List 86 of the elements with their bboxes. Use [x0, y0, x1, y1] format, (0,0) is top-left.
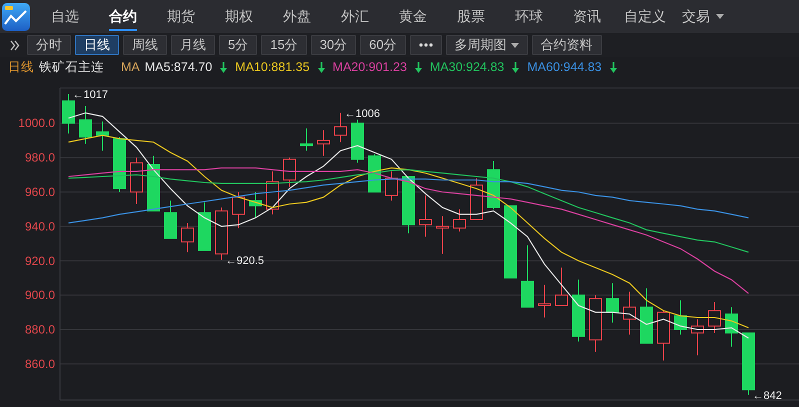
candlestick [385, 170, 398, 202]
moving-average-value: MA20:901.23 [332, 60, 407, 74]
candlestick [266, 170, 279, 215]
candlestick [79, 106, 92, 144]
candlestick [589, 294, 602, 352]
toolbar-button[interactable]: 月线 [171, 35, 215, 55]
candlestick [351, 119, 364, 164]
toolbar-button[interactable]: 5分 [219, 35, 258, 55]
toolbar-button[interactable]: 30分 [310, 35, 356, 55]
nav-tab[interactable]: 外汇 [326, 0, 384, 33]
candlestick [436, 216, 449, 254]
candlestick [657, 310, 670, 361]
moving-average-value: MA10:881.35 [235, 60, 310, 74]
candlestick [623, 291, 636, 336]
candlestick [606, 282, 619, 324]
moving-average-value: MA5:874.70 [144, 60, 212, 74]
axis-label: 880.0 [24, 322, 55, 337]
axis-label: 860.0 [24, 356, 55, 371]
candlestick [521, 244, 534, 308]
candlestick [572, 279, 585, 342]
price-annotation: ←842 [752, 390, 782, 402]
candlestick [232, 192, 245, 229]
toolbar-button[interactable]: 日线 [75, 35, 119, 55]
symbol-name: 铁矿石主连 [39, 58, 104, 76]
period-label: 日线 [8, 58, 34, 76]
candlestick [198, 202, 211, 251]
candlestick [419, 194, 432, 238]
nav-tab[interactable]: 股票 [442, 0, 500, 33]
toolbar-button[interactable]: 15分 [261, 35, 307, 55]
candlestick [708, 302, 721, 334]
candlestick [147, 155, 160, 212]
nav-tab[interactable]: 期权 [210, 0, 268, 33]
candlestick [317, 130, 330, 156]
candlestick [96, 121, 109, 152]
nav-tab[interactable]: 外盘 [268, 0, 326, 33]
more-dots-icon [418, 43, 433, 47]
nav-tab[interactable]: 交易 [674, 0, 732, 33]
nav-tab[interactable]: 期货 [152, 0, 210, 33]
toolbar-button[interactable]: 分时 [27, 35, 71, 55]
axis-label: 1000.0 [18, 116, 55, 130]
candlestick [62, 94, 75, 134]
candlestick [181, 222, 194, 253]
axis-label: 980.0 [24, 150, 55, 165]
candlestick [334, 112, 347, 143]
nav-tab[interactable]: 自定义 [616, 0, 674, 33]
candlestick [402, 176, 415, 234]
candlestick [470, 178, 483, 220]
caret-icon [510, 42, 519, 48]
moving-average-value: MA30:924.83 [430, 60, 504, 74]
price-annotation: ←1017 [72, 89, 108, 102]
price-annotation: ←1006 [344, 108, 380, 120]
price-annotation: ←920.5 [226, 254, 264, 267]
candlestick [368, 154, 381, 192]
dropdown-button[interactable]: 多周期图 [446, 35, 528, 55]
toolbar-button[interactable]: 合约资料 [532, 35, 602, 55]
toolbar-button[interactable]: 周线 [123, 35, 167, 55]
candlestick [283, 157, 296, 188]
more-button[interactable] [410, 35, 442, 55]
toolbar-button[interactable]: 60分 [360, 35, 406, 55]
candlestick [555, 267, 568, 306]
nav-tab[interactable]: 合约 [94, 0, 152, 33]
candlestick [742, 332, 755, 396]
chart-logo-icon [2, 2, 30, 30]
candlestick [215, 206, 228, 260]
candlestick [453, 208, 466, 232]
nav-tab[interactable]: 资讯 [558, 0, 616, 33]
candlestick [300, 128, 313, 152]
axis-label: 900.0 [24, 288, 55, 302]
candlestick [164, 200, 177, 239]
double-chevron-icon[interactable] [10, 40, 20, 50]
indicator-label: MA [121, 60, 140, 74]
candlestick [130, 157, 143, 205]
axis-label: 920.0 [24, 254, 55, 268]
nav-tab[interactable]: 黄金 [384, 0, 442, 33]
nav-tab[interactable]: 自选 [36, 0, 94, 33]
moving-average-value: MA60:944.83 [527, 60, 602, 74]
candlestick [249, 192, 262, 218]
candlestick [538, 284, 551, 318]
nav-tab[interactable]: 环球 [500, 0, 558, 33]
candlestick [674, 300, 687, 336]
axis-label: 940.0 [24, 219, 55, 234]
axis-label: 960.0 [24, 185, 55, 199]
candlestick [113, 136, 126, 192]
candlestick [691, 318, 704, 356]
candlestick [725, 306, 738, 348]
candlestick [640, 288, 653, 344]
